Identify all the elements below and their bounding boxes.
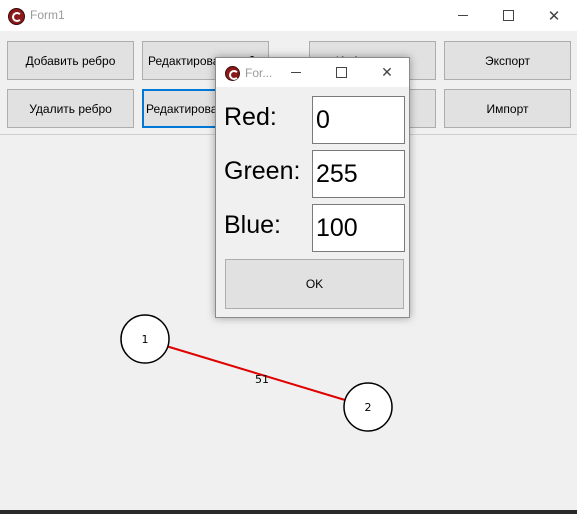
maximize-icon[interactable]: [485, 0, 531, 31]
red-label: Red:: [224, 103, 277, 131]
ok-button[interactable]: OK: [225, 259, 404, 309]
dialog-titlebar: For... ✕: [216, 58, 409, 87]
bottom-border: [0, 510, 577, 514]
app-icon: [8, 8, 25, 25]
red-input[interactable]: 0: [312, 96, 405, 144]
app-icon: [225, 66, 240, 81]
close-icon[interactable]: ✕: [531, 0, 577, 31]
maximize-icon[interactable]: [319, 58, 363, 87]
color-dialog: For... ✕ Red: 0 Green: 255 Blue: 100 OK: [215, 57, 410, 318]
blue-input[interactable]: 100: [312, 204, 405, 252]
import-button[interactable]: Импорт: [444, 89, 571, 128]
window-title: Form1: [30, 8, 65, 22]
edge-weight: 51: [255, 373, 269, 386]
node-label: 2: [365, 401, 372, 414]
add-edge-button[interactable]: Добавить ребро: [7, 41, 134, 80]
export-button[interactable]: Экспорт: [444, 41, 571, 80]
green-label: Green:: [224, 157, 301, 185]
green-input[interactable]: 255: [312, 150, 405, 198]
minimize-icon[interactable]: [440, 0, 486, 31]
main-titlebar: Form1 ✕: [0, 0, 577, 31]
dialog-title: For...: [245, 66, 273, 80]
node-label: 1: [142, 333, 149, 346]
close-icon[interactable]: ✕: [365, 58, 409, 87]
minimize-icon[interactable]: [274, 58, 318, 87]
delete-edge-button[interactable]: Удалить ребро: [7, 89, 134, 128]
blue-label: Blue:: [224, 211, 281, 239]
